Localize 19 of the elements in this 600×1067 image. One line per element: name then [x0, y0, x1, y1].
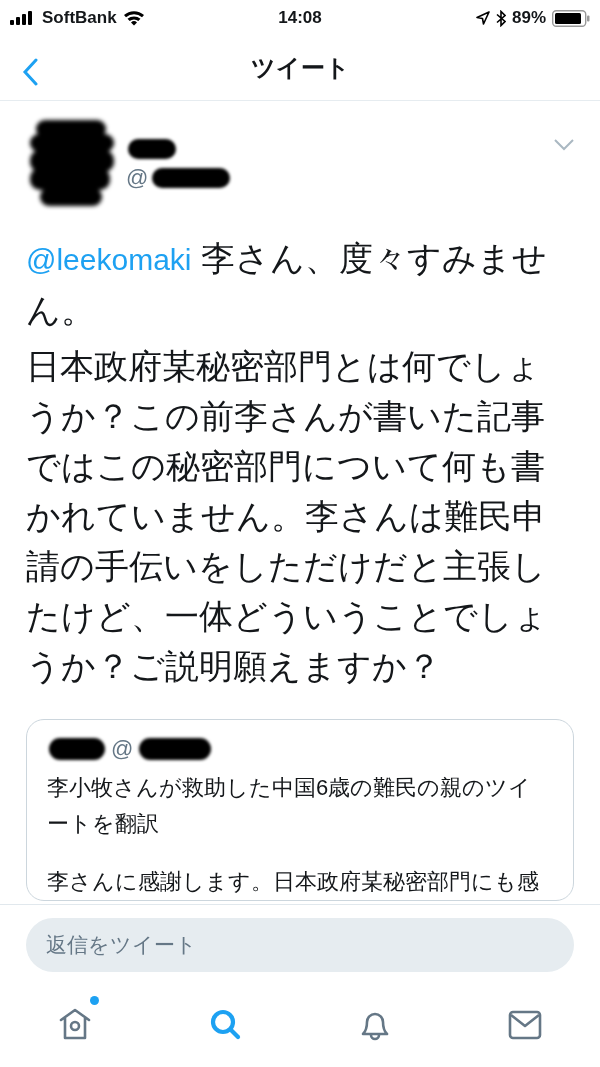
handle-at-sign: @ [111, 736, 134, 762]
tweet-text: 日本政府某秘密部門とは何でしょうか？この前李さんが書いた記事ではこの秘密部門について何も書かれていません。李さんは難民申請の手伝いをしただけだと主張したけど、一体どういうことでしょうか？ご説明願えますか？ [26, 346, 549, 687]
handle-at-sign: @ [126, 165, 149, 191]
battery-icon [552, 9, 590, 27]
tweet-text: @leekomaki 李さん、度々すみません。 [26, 238, 548, 331]
carrier-name: SoftBank [42, 8, 117, 28]
screen-title: ツイート [250, 53, 350, 83]
chevron-down-icon[interactable] [554, 139, 574, 151]
wifi-icon [122, 10, 145, 26]
bluetooth-icon [496, 9, 506, 27]
quoted-tweet-text: 李さんに感謝します。日本政府某秘密部門にも感 [47, 868, 540, 896]
location-arrow-icon [476, 11, 490, 25]
quoted-tweet-card[interactable]: @ 李小牧さんが救助した中国6歳の難民の親のツイートを翻訳 李さんに感謝します。日本政府某秘密部門にも感 [26, 719, 574, 901]
reply-field[interactable]: 返信をツイート [26, 918, 574, 972]
clock-time: 14:08 [278, 8, 322, 28]
battery-percent: 89% [512, 8, 546, 28]
name-redaction-mark [47, 736, 107, 762]
name-redaction-mark [126, 137, 178, 161]
quoted-tweet-text: 李小牧さんが救助した中国6歳の難民の親のツイートを翻訳 [47, 774, 533, 838]
